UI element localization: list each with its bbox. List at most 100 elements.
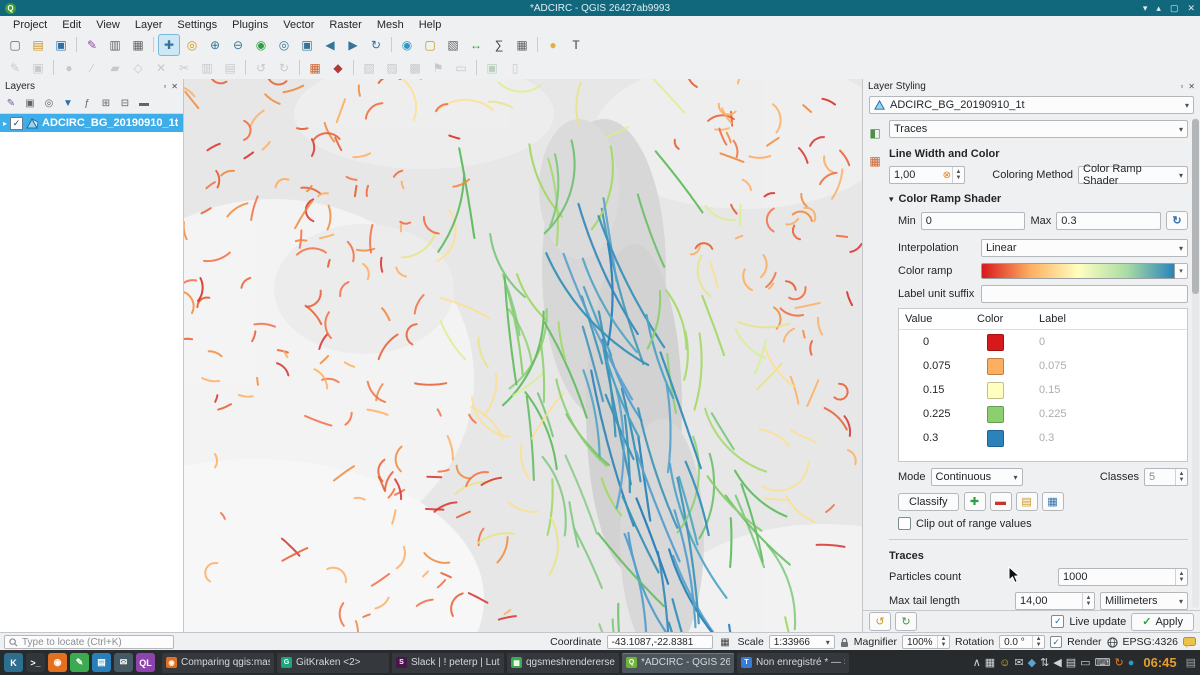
color-swatch[interactable] [987,334,1004,351]
crs-value[interactable]: EPSG:4326 [1123,636,1178,648]
map-view[interactable] [184,79,862,632]
min-input[interactable]: 0 [921,212,1026,230]
add-group-icon[interactable]: ▣ [21,96,39,112]
menu-view[interactable]: View [89,18,127,32]
maximize-window-icon[interactable]: ▢ [1170,3,1179,14]
mode-combo[interactable]: Continuous [931,468,1023,486]
identify-features-icon[interactable]: ◉ [396,34,418,56]
particles-count-spinbox[interactable]: 1000 ▲▼ [1058,568,1188,586]
zoom-to-layer-icon[interactable]: ▣ [296,34,318,56]
collapse-all-icon[interactable]: ⊟ [116,96,134,112]
konsole-icon[interactable]: >_ [26,653,45,672]
color-map-row[interactable]: 0.2250.225 [899,402,1187,426]
firefox-icon[interactable]: ◉ [48,653,67,672]
close-panel-icon[interactable]: ✕ [1188,82,1195,91]
max-input[interactable]: 0.3 [1056,212,1161,230]
collapse-arrow-icon[interactable]: ▾ [889,194,894,205]
load-color-map-icon[interactable]: ▤ [1016,492,1038,511]
color-ramp-button[interactable]: ▾ [981,263,1188,279]
clock[interactable]: 06:45 [1143,655,1176,670]
tray-display-icon[interactable]: ▭ [1080,656,1090,669]
shade-window-icon[interactable]: ▾ [1143,3,1148,14]
scale-combo[interactable]: 1:33966 [769,635,835,649]
close-window-icon[interactable]: ✕ [1187,3,1195,14]
tray-grid-icon[interactable]: ▦ [985,656,995,669]
float-panel-icon[interactable]: ▫ [163,82,166,91]
ql-launcher-icon[interactable]: QL [136,653,155,672]
menu-project[interactable]: Project [6,18,54,32]
color-map-row[interactable]: 0.30.3 [899,426,1187,450]
color-swatch[interactable] [987,382,1004,399]
menu-raster[interactable]: Raster [322,18,368,32]
rotation-spinbox[interactable]: 0.0 ° ▲▼ [999,635,1045,649]
remove-layer-icon[interactable]: ▬ [135,96,153,112]
tray-update-icon[interactable]: ↻ [1114,656,1123,669]
layer-selector-combo[interactable]: ADCIRC_BG_20190910_1t [869,96,1194,114]
color-map-row[interactable]: 0.0750.075 [899,354,1187,378]
project-save-icon[interactable]: ▣ [50,34,72,56]
render-checkbox[interactable]: ✓ [1050,636,1062,648]
zoom-in-icon[interactable]: ⊕ [204,34,226,56]
float-panel-icon[interactable]: ▫ [1180,82,1183,91]
menu-plugins[interactable]: Plugins [225,18,275,32]
zoom-last-icon[interactable]: ◀ [319,34,341,56]
task-firefox-comparing[interactable]: ◉Comparing qgis:mast... [162,653,274,673]
classify-button[interactable]: Classify [898,493,959,511]
max-tail-length-spinbox[interactable]: 14,00 ▲▼ [1015,592,1095,610]
mouse-extents-icon[interactable]: ▦ [718,635,733,649]
map-canvas[interactable] [184,79,862,632]
tray-keyboard-icon[interactable]: ⌨ [1095,656,1111,669]
minimize-window-icon[interactable]: ▴ [1156,3,1161,14]
tray-emoji-icon[interactable]: ☺ [999,657,1010,669]
statistical-summary-icon[interactable]: ∑ [488,34,510,56]
crs-globe-icon[interactable] [1107,637,1118,648]
pan-to-selection-icon[interactable]: ◎ [181,34,203,56]
mesh-transform-icon[interactable]: ◆ [327,57,349,79]
color-map-table[interactable]: Value Color Label 000.0750.0750.150.150.… [898,308,1188,462]
filter-by-expression-icon[interactable]: ƒ [78,96,96,112]
coordinate-input[interactable]: -43.1087,-22.8381 [607,635,713,649]
clear-value-icon[interactable]: ⊗ [942,167,952,183]
deselect-features-icon[interactable]: ▧ [442,34,464,56]
menu-vector[interactable]: Vector [276,18,321,32]
save-color-map-icon[interactable]: ▦ [1042,492,1064,511]
layer-item-adcirc[interactable]: ▸ ✓ ADCIRC_BG_20190910_1t [0,114,183,132]
zoom-next-icon[interactable]: ▶ [342,34,364,56]
add-class-icon[interactable]: ✚ [964,492,986,511]
dolphin-icon[interactable]: ▤ [92,653,111,672]
line-width-spinbox[interactable]: 1,00 ⊗ ▲▼ [889,166,965,184]
menu-help[interactable]: Help [412,18,449,32]
zoom-out-icon[interactable]: ⊖ [227,34,249,56]
attribute-table-icon[interactable]: ▦ [511,34,533,56]
remove-class-icon[interactable]: ▬ [990,492,1012,511]
task-gitkraken[interactable]: GGitKraken <2> [277,653,389,673]
zoom-to-selection-icon[interactable]: ◎ [273,34,295,56]
label-unit-suffix-input[interactable] [981,285,1188,303]
menu-layer[interactable]: Layer [128,18,170,32]
task-softmaker[interactable]: TNon enregistré * — Sp... [737,653,849,673]
scrollbar-thumb[interactable] [1192,119,1199,294]
map-refresh-icon[interactable]: ↻ [365,34,387,56]
spin-arrows[interactable]: ▲▼ [952,167,964,183]
color-ramp-dropdown-icon[interactable]: ▾ [1175,263,1188,279]
locate-input[interactable]: Type to locate (Ctrl+K) [4,635,174,649]
live-update-checkbox[interactable]: ✓ [1051,615,1064,628]
expand-all-icon[interactable]: ⊞ [97,96,115,112]
map-tips-icon[interactable]: ● [542,34,564,56]
tray-mail-icon[interactable]: ✉ [1014,656,1023,669]
task-qgsmeshrenderer[interactable]: ▦qgsmeshrenderersetti... [507,653,619,673]
text-annotation-icon[interactable]: T [565,34,587,56]
kmail-icon[interactable]: ✉ [114,653,133,672]
style-manager-icon[interactable]: ✎ [81,34,103,56]
lock-scale-icon[interactable] [840,637,849,648]
tray-bluetooth-icon[interactable]: ◆ [1028,656,1036,669]
menu-edit[interactable]: Edit [55,18,88,32]
new-print-layout-icon[interactable]: ▥ [104,34,126,56]
mesh-3d-tab-icon[interactable]: ▦ [865,150,886,171]
measure-line-icon[interactable]: ↔ [465,34,487,56]
panel-settings-icon[interactable]: ▤ [1186,656,1196,669]
panel-scrollbar[interactable] [1192,118,1199,608]
tray-clipboard-icon[interactable]: ▤ [1066,656,1076,669]
titlebar[interactable]: Q *ADCIRC - QGIS 26427ab9993 ▾▴▢✕ [0,0,1200,16]
tray-misc-icon[interactable]: ● [1128,657,1135,669]
